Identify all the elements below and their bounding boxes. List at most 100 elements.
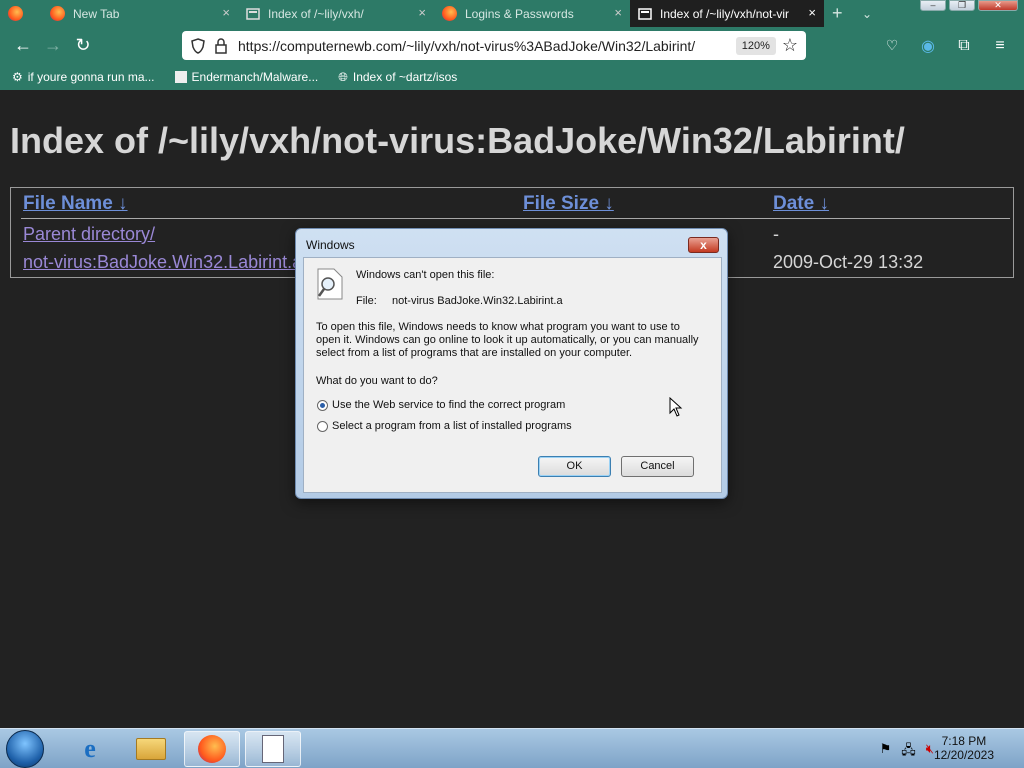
bookmark-label: Index of ~dartz/isos — [352, 70, 458, 84]
file-name: not-virus BadJoke.Win32.Labirint.a — [392, 295, 563, 307]
clock-time: 7:18 PM — [941, 734, 987, 748]
url-text[interactable]: https://computernewb.com/~lily/vxh/not-v… — [238, 38, 736, 54]
globe-icon: 🌐︎ — [338, 69, 348, 84]
cancel-button[interactable]: Cancel — [621, 456, 694, 477]
row-date: 2009-Oct-29 13:32 — [773, 252, 924, 272]
start-button[interactable] — [6, 730, 44, 768]
chevron-down-icon: ⌄ — [862, 6, 873, 21]
new-tab-button[interactable]: + — [824, 0, 854, 27]
bookmark-label: if youre gonna run ma... — [27, 70, 155, 84]
bookmark-item[interactable]: 🌐︎ Index of ~dartz/isos — [338, 70, 457, 85]
close-tab-icon[interactable]: × — [614, 5, 622, 20]
firefox-icon — [8, 6, 23, 21]
dialog-close-button[interactable]: x — [688, 237, 719, 253]
lock-icon[interactable] — [214, 37, 228, 54]
window-controls: – ❐ ✕ — [920, 0, 1018, 11]
menu-icon[interactable]: ≡ — [985, 37, 1015, 55]
arrow-left-icon: ← — [14, 35, 32, 55]
blank-document-icon — [262, 735, 284, 763]
explanation-line: To open this file, Windows needs to know… — [316, 321, 680, 333]
tab-index-vxh[interactable]: Index of /~lily/vxh/ × — [238, 0, 434, 27]
column-file-size[interactable]: File Size ↓ — [523, 193, 614, 215]
list-tabs-button[interactable]: ⌄ — [854, 0, 884, 27]
option-select-program-label[interactable]: Select a program from a list of installe… — [332, 420, 572, 432]
ok-button[interactable]: OK — [538, 456, 611, 477]
network-icon[interactable]: 🖧︎ — [901, 741, 916, 763]
bookmark-item[interactable]: ⚙ if youre gonna run ma... — [12, 70, 155, 84]
reload-button[interactable]: ↻ — [68, 35, 98, 56]
volume-muted-icon[interactable]: 🔇︎ — [926, 741, 934, 763]
zoom-level[interactable]: 120% — [735, 36, 776, 55]
radio-web-service[interactable] — [317, 400, 328, 411]
taskbar-explorer[interactable] — [123, 731, 179, 767]
navigation-toolbar: ← → ↻ https://computernewb.com/~lily/vxh… — [0, 27, 1024, 64]
minimize-button[interactable]: – — [920, 0, 946, 11]
header-divider — [21, 218, 1010, 219]
file-label: File: — [356, 295, 377, 307]
page-icon — [638, 7, 652, 20]
dialog-heading: Windows can't open this file: — [356, 269, 495, 281]
page-icon — [246, 7, 260, 20]
action-center-flag-icon[interactable]: ⚑ — [880, 741, 892, 763]
open-with-dialog: Windows x Windows can't open this file: … — [295, 228, 728, 499]
github-icon — [174, 71, 187, 83]
shield-icon[interactable] — [190, 37, 206, 54]
parent-directory-link[interactable]: Parent directory/ — [23, 224, 155, 245]
reload-icon: ↻ — [75, 35, 91, 55]
radio-select-program[interactable] — [317, 421, 328, 432]
question-text: What do you want to do? — [316, 375, 438, 387]
option-web-service-label[interactable]: Use the Web service to find the correct … — [332, 399, 565, 411]
page-title: Index of /~lily/vxh/not-virus:BadJoke/Wi… — [10, 120, 905, 161]
tab-new-tab[interactable]: New Tab × — [42, 0, 238, 27]
dialog-title: Windows — [306, 238, 355, 252]
explanation-line: open it. Windows can go online to look i… — [316, 334, 699, 346]
browser-tab-strip: New Tab × Index of /~lily/vxh/ × Logins … — [0, 0, 1024, 27]
taskbar-internet-explorer[interactable]: e — [62, 731, 118, 767]
bookmark-label: Endermanch/Malware... — [191, 70, 319, 84]
folder-icon — [136, 738, 166, 760]
taskbar-dialog-window[interactable] — [245, 731, 301, 767]
tab-pinned-firefox[interactable] — [0, 0, 42, 27]
row-date: - — [773, 224, 779, 244]
pocket-icon[interactable]: ♡ — [877, 37, 907, 54]
dialog-body: Windows can't open this file: File: not-… — [303, 257, 722, 493]
plus-icon: + — [832, 3, 843, 23]
back-button[interactable]: ← — [8, 35, 38, 56]
taskbar-firefox[interactable] — [184, 731, 240, 767]
arrow-right-icon: → — [44, 35, 62, 55]
system-tray: ⚑ 🖧︎ 🔇︎ — [880, 741, 934, 763]
close-tab-icon[interactable]: × — [808, 5, 816, 20]
tab-logins-passwords[interactable]: Logins & Passwords × — [434, 0, 630, 27]
window-close-button[interactable]: ✕ — [978, 0, 1018, 11]
unknown-file-search-icon — [317, 268, 343, 300]
bookmark-item[interactable]: Endermanch/Malware... — [174, 70, 319, 84]
close-tab-icon[interactable]: × — [418, 5, 426, 20]
windows-taskbar: e ⚑ 🖧︎ 🔇︎ 7:18 PM 12/20/2023 — [0, 728, 1024, 768]
close-tab-icon[interactable]: × — [222, 5, 230, 20]
tab-title: Index of /~lily/vxh/ — [268, 6, 364, 21]
bookmark-favicon-icon: ⚙ — [12, 70, 23, 84]
tab-active-index[interactable]: Index of /~lily/vxh/not-vir × — [630, 0, 824, 27]
forward-button[interactable]: → — [38, 35, 68, 56]
clock-date: 12/20/2023 — [933, 748, 994, 762]
tab-title: New Tab — [73, 6, 120, 21]
tab-title: Index of /~lily/vxh/not-vir — [660, 6, 790, 21]
mouse-cursor-icon — [669, 397, 683, 417]
file-link[interactable]: not-virus:BadJoke.Win32.Labirint.a — [23, 252, 302, 273]
firefox-icon — [442, 6, 457, 21]
url-bar[interactable]: https://computernewb.com/~lily/vxh/not-v… — [182, 31, 806, 60]
maximize-button[interactable]: ❐ — [949, 0, 975, 11]
page-content: Index of /~lily/vxh/not-virus:BadJoke/Wi… — [0, 90, 1024, 728]
firefox-icon — [198, 735, 226, 763]
firefox-icon — [50, 6, 65, 21]
column-file-name[interactable]: File Name ↓ — [23, 193, 128, 215]
explanation-line: select from a list of programs that are … — [316, 347, 633, 359]
column-date[interactable]: Date ↓ — [773, 193, 829, 215]
bookmarks-toolbar: ⚙ if youre gonna run ma... Endermanch/Ma… — [0, 64, 1024, 90]
bookmark-star-icon[interactable]: ☆ — [782, 35, 798, 56]
extensions-icon[interactable]: ⧉ — [949, 37, 979, 55]
account-icon[interactable]: ◉ — [913, 36, 943, 56]
tab-title: Logins & Passwords — [465, 6, 574, 21]
internet-explorer-icon: e — [84, 734, 96, 763]
system-clock[interactable]: 7:18 PM 12/20/2023 — [934, 734, 994, 762]
